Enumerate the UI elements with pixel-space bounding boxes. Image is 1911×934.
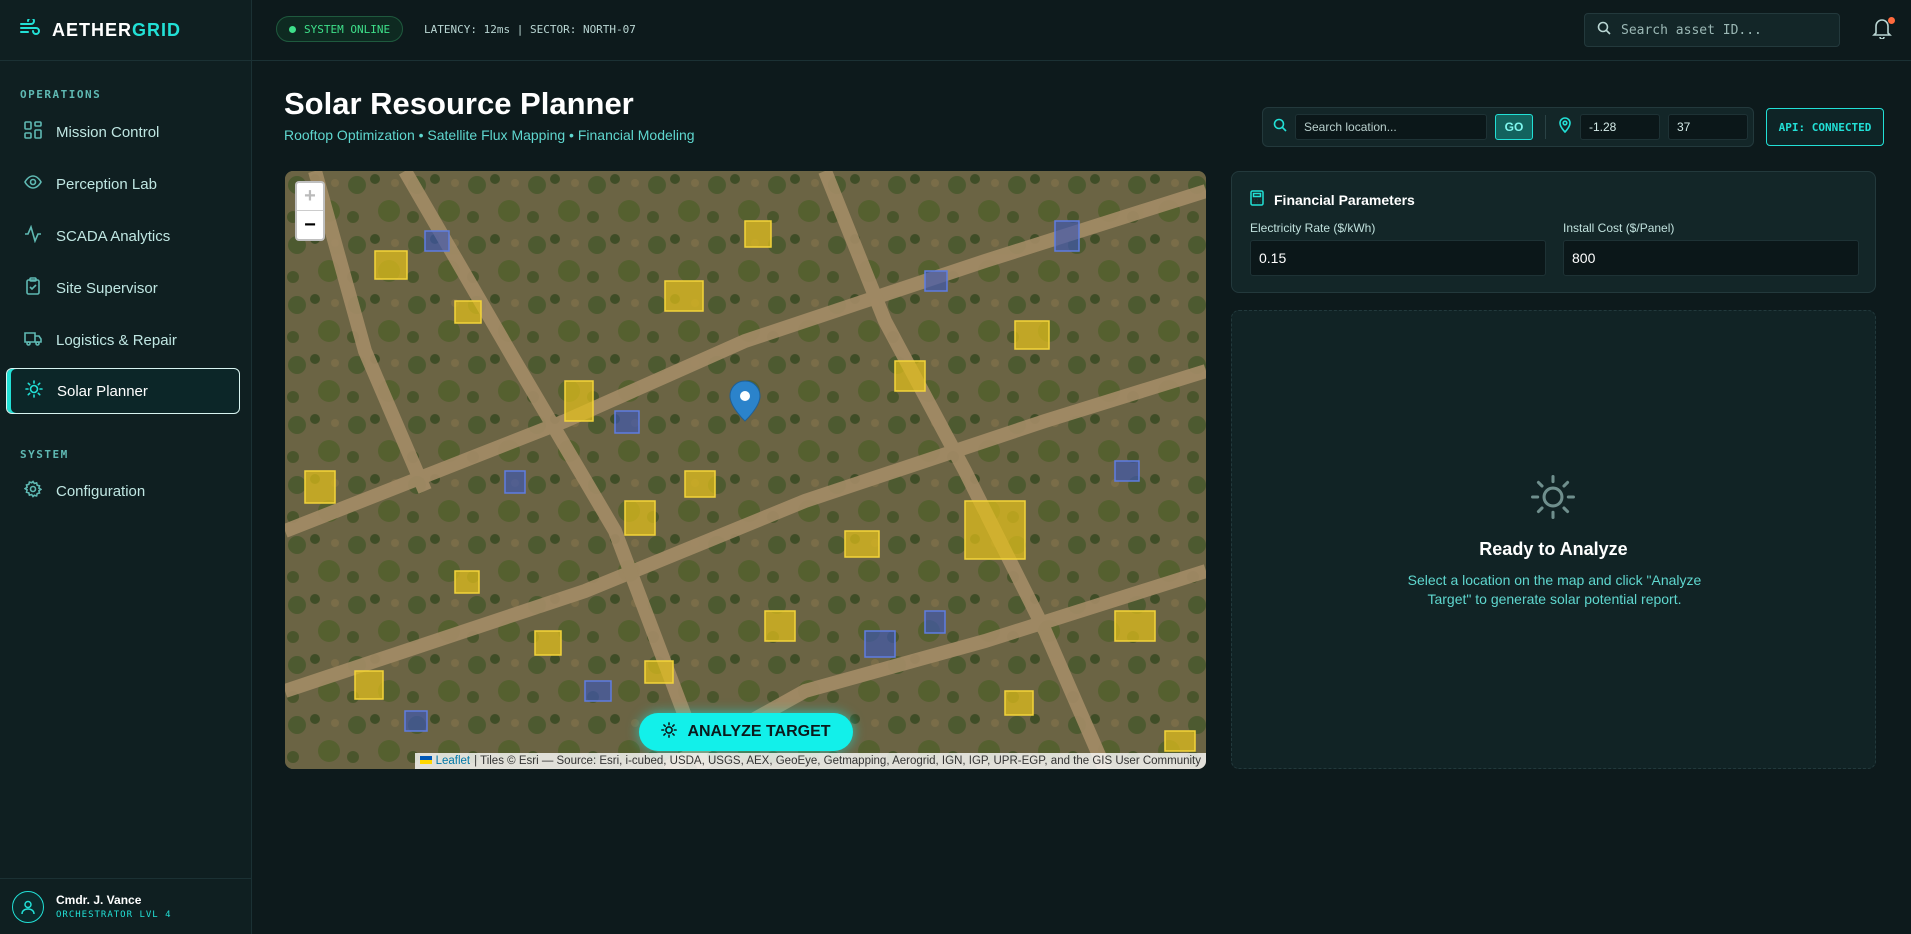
latitude-input[interactable] [1580,114,1660,140]
location-search-input[interactable] [1295,114,1487,140]
leaflet-link[interactable]: Leaflet [436,755,471,767]
user-role: ORCHESTRATOR LVL 4 [56,910,172,920]
electricity-rate-label: Electricity Rate ($/kWh) [1250,221,1376,235]
sidebar-item-label: Solar Planner [57,382,148,400]
sidebar-item-configuration[interactable]: Configuration [6,468,240,514]
calculator-icon [1250,190,1264,209]
zoom-controls: + − [295,181,325,241]
section-label-system: SYSTEM [20,448,69,461]
search-icon [1597,21,1611,40]
api-status-badge: API: CONNECTED [1766,108,1884,146]
zoom-in-button[interactable]: + [297,183,323,211]
sidebar-item-label: Logistics & Repair [56,331,177,349]
map-attribution: Leaflet | Tiles © Esri — Source: Esri, i… [414,753,1206,769]
install-cost-input[interactable] [1563,240,1859,276]
section-label-operations: OPERATIONS [20,88,102,101]
satellite-map[interactable]: + − ANALYZE TARGET Leaflet | Tiles © Esr… [285,171,1206,769]
asset-search-input[interactable] [1621,22,1821,38]
electricity-rate-input[interactable] [1250,240,1546,276]
zoom-out-button[interactable]: − [297,211,323,239]
sidebar-item-label: SCADA Analytics [56,227,171,245]
asset-search[interactable] [1584,13,1840,47]
sun-icon [661,721,678,743]
map-pin-icon [1558,116,1572,138]
user-name: Cmdr. J. Vance [56,893,142,907]
user-avatar-icon [12,890,44,923]
eye-icon [24,173,42,195]
sun-icon [25,380,43,402]
sidebar-item-label: Configuration [56,482,146,500]
satellite-imagery [285,171,1206,769]
sidebar-item-mission-control[interactable]: Mission Control [6,109,240,155]
install-cost-label: Install Cost ($/Panel) [1563,221,1675,235]
sidebar-item-solar-planner[interactable]: Solar Planner [6,368,240,414]
sidebar-item-label: Mission Control [56,123,160,141]
sun-icon [1530,474,1576,525]
brand-name: AETHERGRID [52,19,182,40]
latency-readout: LATENCY: 12ms | SECTOR: NORTH-07 [424,23,636,36]
sidebar-item-logistics-repair[interactable]: Logistics & Repair [6,317,240,363]
sidebar-item-perception-lab[interactable]: Perception Lab [6,161,240,207]
wind-logo-icon [20,16,40,42]
sidebar-item-site-supervisor[interactable]: Site Supervisor [6,265,240,311]
analysis-results-panel: Ready to Analyze Select a location on th… [1231,310,1876,769]
analyze-target-button[interactable]: ANALYZE TARGET [639,713,853,751]
sidebar-item-scada-analytics[interactable]: SCADA Analytics [6,213,240,259]
truck-icon [24,329,42,351]
user-profile[interactable]: Cmdr. J. Vance ORCHESTRATOR LVL 4 [0,878,252,934]
notifications-button[interactable] [1872,17,1896,41]
status-dot-icon [289,25,296,33]
gear-icon [23,480,43,502]
bell-icon [1872,19,1892,43]
clipboard-check-icon [24,277,42,299]
dashboard-icon [24,121,42,143]
ready-description: Select a location on the map and click "… [1407,572,1702,607]
system-status-badge: SYSTEM ONLINE [276,16,404,42]
financial-parameters-title: Financial Parameters [1250,190,1415,209]
financial-parameters-card: Financial Parameters Electricity Rate ($… [1231,171,1876,293]
ready-title: Ready to Analyze [1479,539,1628,559]
divider [1545,115,1546,139]
activity-icon [24,224,42,247]
top-bar: SYSTEM ONLINE LATENCY: 12ms | SECTOR: NO… [252,0,1911,61]
system-status-text: SYSTEM ONLINE [304,22,391,36]
sidebar-item-label: Perception Lab [56,175,157,193]
brand[interactable]: AETHERGRID [0,0,251,61]
attribution-text: | Tiles © Esri — Source: Esri, i-cubed, … [474,755,1201,767]
sidebar-item-label: Site Supervisor [56,279,158,297]
search-icon [1273,118,1287,137]
sidebar: AETHERGRID OPERATIONS Mission Control Pe… [0,0,252,934]
longitude-input[interactable] [1668,114,1748,140]
analyze-target-label: ANALYZE TARGET [687,723,831,740]
page-title: Solar Resource Planner [284,86,634,121]
notification-dot [1888,17,1895,24]
page-subtitle: Rooftop Optimization • Satellite Flux Ma… [284,127,695,143]
go-button[interactable]: GO [1495,114,1533,140]
flag-icon [419,755,432,767]
location-search-bar: GO [1262,107,1754,147]
